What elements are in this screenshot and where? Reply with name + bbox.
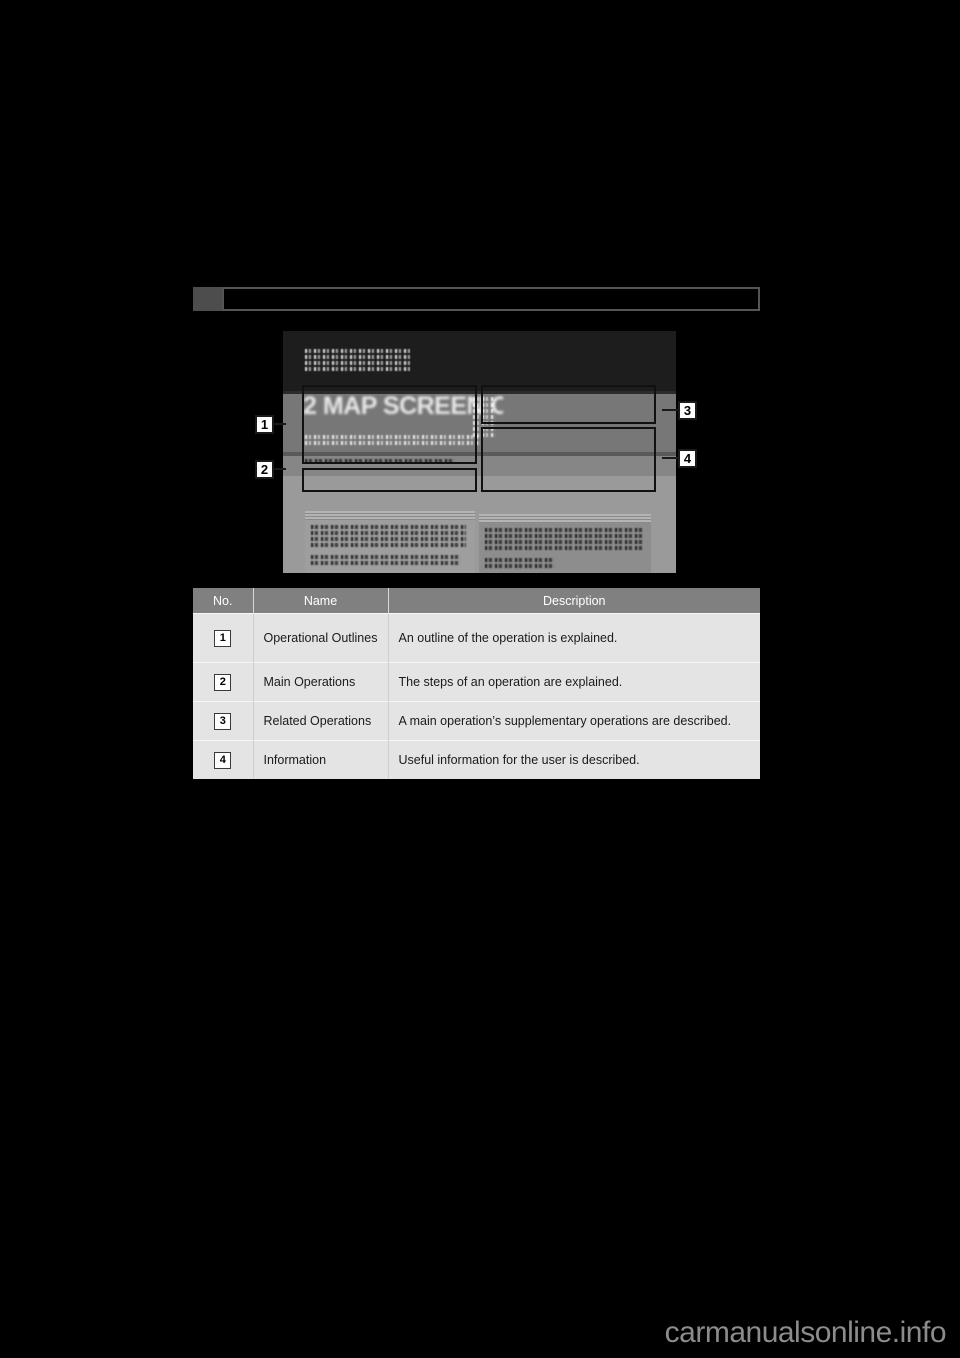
column-header-no: No. — [193, 588, 254, 614]
table-row: 2 Main Operations The steps of an operat… — [193, 662, 760, 702]
figure-content-block-left — [305, 511, 475, 573]
table-row: 3 Related Operations A main operation’s … — [193, 701, 760, 741]
row-name-cell: Main Operations — [253, 662, 389, 702]
section-heading-field — [222, 287, 760, 311]
figure-block-right-blur — [485, 528, 643, 552]
site-watermark: carmanualsonline.info — [664, 1316, 947, 1349]
figure-outline-box-1 — [302, 385, 477, 464]
row-name-cell: Operational Outlines — [253, 613, 389, 663]
row-number-badge: 2 — [214, 673, 232, 691]
figure-outline-box-4 — [481, 427, 656, 492]
callout-badge-4: 4 — [678, 449, 697, 468]
row-number-badge: 1 — [214, 629, 232, 647]
callout-leader-1 — [274, 423, 286, 425]
row-name-cell: Information — [253, 740, 389, 779]
figure-running-head-blur — [305, 349, 410, 375]
row-number-cell: 4 — [193, 740, 254, 779]
table-row: 4 Information Useful information for the… — [193, 740, 760, 779]
figure-block-left-blur — [311, 525, 466, 549]
row-number-cell: 1 — [193, 613, 254, 663]
figure-block-right-header — [479, 514, 651, 523]
row-name-cell: Related Operations — [253, 701, 389, 741]
row-number-cell: 2 — [193, 662, 254, 702]
table-row: 1 Operational Outlines An outline of the… — [193, 613, 760, 663]
callout-leader-2 — [274, 468, 286, 470]
section-marker-square — [193, 287, 222, 311]
table-header-row: No. Name Description — [193, 588, 760, 614]
row-description-cell: The steps of an operation are explained. — [388, 662, 760, 702]
figure-outline-box-3 — [481, 385, 656, 424]
figure-outline-box-2 — [302, 468, 477, 492]
row-number-badge: 4 — [214, 751, 232, 769]
figure-block-left-header — [305, 511, 475, 520]
callout-leader-4 — [662, 457, 678, 459]
section-heading-bar — [193, 287, 760, 311]
legend-table: No. Name Description 1 Operational Outli… — [193, 588, 760, 779]
callout-badge-1: 1 — [255, 415, 274, 434]
row-description-cell: Useful information for the user is descr… — [388, 740, 760, 779]
figure-block-right-blur-2 — [485, 558, 555, 570]
column-header-name: Name — [253, 588, 389, 614]
sample-page-figure: 2 MAP SCREEN OPERATION — [283, 331, 676, 573]
row-number-badge: 3 — [214, 712, 232, 730]
callout-leader-3 — [662, 409, 678, 411]
callout-badge-2: 2 — [255, 460, 274, 479]
figure-content-block-right — [479, 514, 651, 573]
callout-badge-3: 3 — [678, 401, 697, 420]
row-number-cell: 3 — [193, 701, 254, 741]
row-description-cell: An outline of the operation is explained… — [388, 613, 760, 663]
row-description-cell: A main operation’s supplementary operati… — [388, 701, 760, 741]
column-header-description: Description — [388, 588, 760, 614]
figure-block-left-blur-2 — [311, 555, 461, 569]
